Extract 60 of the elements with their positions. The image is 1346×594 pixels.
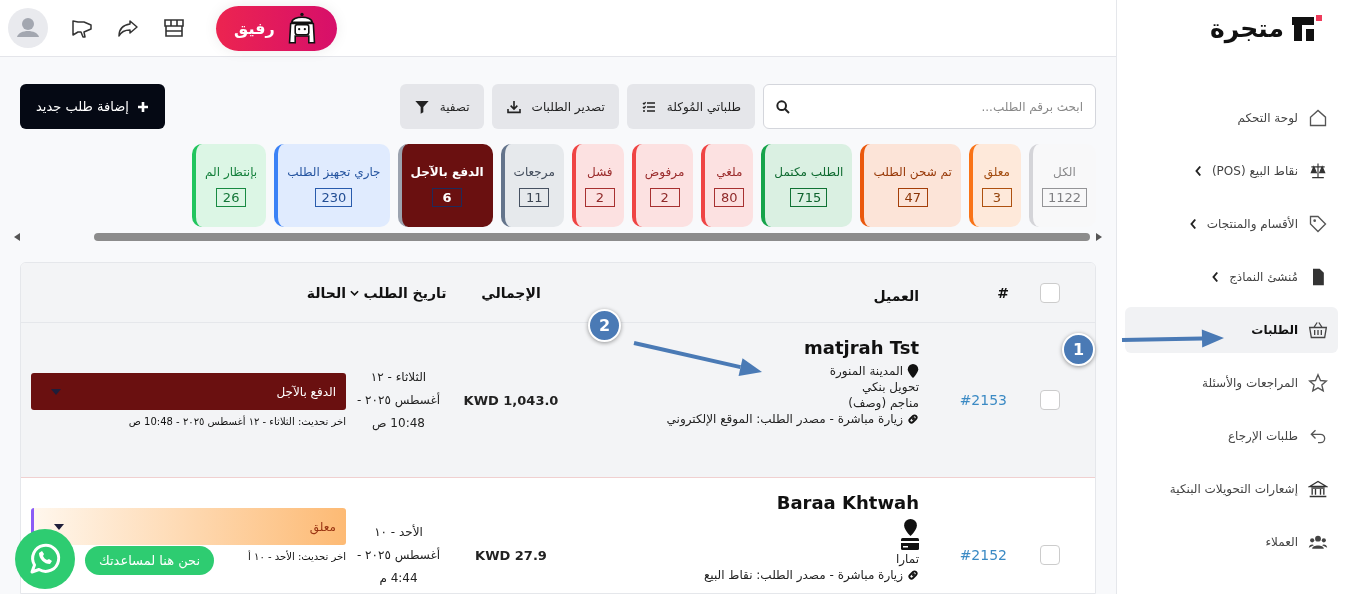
- status-count: 1122: [1041, 187, 1087, 207]
- sidebar-item[interactable]: مُنشئ النماذج: [1125, 254, 1338, 300]
- sidebar-item[interactable]: نقاط البيع (POS): [1125, 148, 1338, 194]
- status-count: 47: [897, 187, 928, 207]
- customer-detail: زيارة مباشرة - مصدر الطلب: نقاط البيع: [703, 568, 903, 582]
- customer-detail: تحويل بنكي: [861, 380, 919, 394]
- status-label: تم شحن الطلب: [873, 164, 952, 179]
- status-count: 2: [584, 187, 615, 207]
- order-number-link[interactable]: #2152: [919, 547, 1009, 563]
- order-date: الأحد - ١٠ أغسطس ٢٠٢٥ - 4:44 م: [355, 523, 442, 587]
- search-field[interactable]: ابحث برقم الطلب...: [763, 84, 1096, 129]
- toolbar-button[interactable]: تصدير الطلبات: [491, 84, 619, 129]
- order-total: KWD 27.9: [474, 547, 548, 563]
- order-date: الثلاثاء - ١٢ أغسطس ٢٠٢٥ - 10:48 ص: [355, 368, 442, 433]
- toolbar-button[interactable]: تصفية: [399, 84, 484, 129]
- toolbar-button[interactable]: طلباتي المُوكلة: [626, 84, 755, 129]
- status-count: 11: [519, 187, 550, 207]
- sidebar-item[interactable]: الطلبات: [1125, 307, 1338, 353]
- order-total: 1,043.0 KWD: [462, 392, 560, 408]
- customer-name: Baraa Khtwah: [776, 492, 919, 513]
- sidebar-item[interactable]: المراجعات والأسئلة: [1125, 360, 1338, 406]
- status-count: 80: [714, 187, 745, 207]
- status-label: مرجعات: [513, 164, 555, 179]
- status-label: الطلب مكتمل: [774, 164, 844, 179]
- status-count: 715: [790, 187, 828, 207]
- status-label: الكل: [1053, 164, 1076, 179]
- column-header: الحالة: [305, 284, 346, 301]
- customer-detail: مناجم (وصف): [848, 396, 919, 410]
- assistant-button[interactable]: رفيق: [216, 5, 337, 51]
- status-dropdown[interactable]: معلق: [31, 508, 346, 545]
- status-label: الدفع بالآجل: [410, 164, 484, 179]
- status-label: جاري تجهيز الطلب: [287, 164, 381, 179]
- customer-detail: تمارا: [895, 552, 919, 566]
- column-header: #: [996, 284, 1009, 301]
- last-updated: اخر تحديث: الأحد - ١٠ أ: [248, 551, 346, 562]
- status-label: فشل: [587, 164, 613, 179]
- column-header[interactable]: تاريخ الطلب: [346, 284, 451, 301]
- logo-text: متجرة: [1210, 14, 1284, 43]
- status-count: 2: [649, 187, 680, 207]
- status-label: معلق: [983, 164, 1010, 179]
- sidebar-item[interactable]: العملاء: [1125, 519, 1338, 565]
- sidebar-item[interactable]: إشعارات التحويلات البنكية: [1125, 466, 1338, 512]
- status-count: 26: [216, 187, 247, 207]
- status-count: 6: [432, 187, 463, 207]
- column-header: العميل: [872, 286, 919, 306]
- status-label: ملغي: [716, 164, 743, 179]
- status-dropdown[interactable]: الدفع بالآجل: [31, 373, 346, 410]
- customer-detail: المدينة المنورة: [829, 364, 903, 378]
- sidebar-item[interactable]: الأقسام والمنتجات: [1125, 201, 1338, 247]
- column-header: الإجمالي: [480, 284, 542, 301]
- status-count: 3: [981, 187, 1012, 207]
- sidebar-item[interactable]: لوحة التحكم: [1125, 95, 1338, 141]
- status-count: 230: [315, 187, 353, 207]
- status-label: بإنتظار الم: [205, 164, 258, 179]
- customer-name: matjrah Tst: [804, 337, 919, 358]
- customer-detail: زيارة مباشرة - مصدر الطلب: الموقع الإلكتروني: [666, 412, 903, 426]
- sidebar-item[interactable]: طلبات الإرجاع: [1125, 413, 1338, 459]
- last-updated: اخر تحديث: الثلاثاء - ١٢ أغسطس ٢٠٢٥ - 10:48 ص: [128, 416, 346, 427]
- status-label: مرفوض: [644, 164, 685, 179]
- add-order-button[interactable]: إضافة طلب جديد: [20, 84, 165, 129]
